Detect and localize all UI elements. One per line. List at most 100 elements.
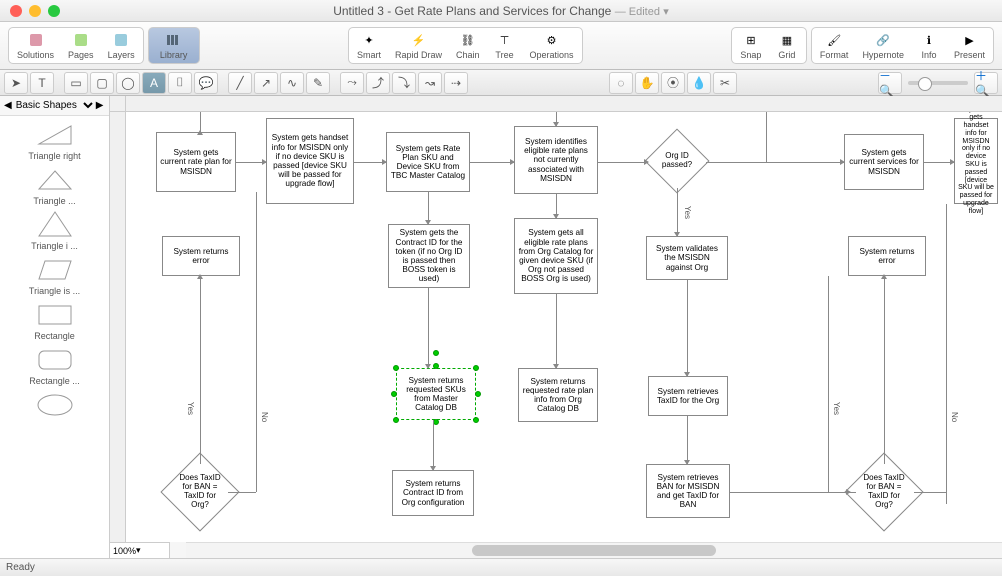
shape-triangle-2[interactable]: Triangle ...: [0, 163, 109, 208]
dropper-tool[interactable]: ⦿: [661, 72, 685, 94]
rect-tool[interactable]: ▭: [64, 72, 88, 94]
sel-handle[interactable]: [473, 417, 479, 423]
node-handset-2[interactable]: System gets handset info for MSISDN only…: [954, 118, 998, 204]
tree-button[interactable]: ⊤Tree: [488, 30, 522, 61]
page-title: Untitled 3 - Get Rate Plans and Services…: [333, 4, 669, 18]
shape-rectangle-2[interactable]: Rectangle ...: [0, 343, 109, 388]
sel-handle[interactable]: [433, 350, 439, 356]
textbox-tool[interactable]: ⌷: [168, 72, 192, 94]
sel-handle[interactable]: [433, 363, 439, 369]
format-icon: 🖌: [825, 31, 843, 49]
snapgrid-group: ⊞Snap ▦Grid: [731, 27, 807, 64]
node-return-contractid[interactable]: System returns Contract ID from Org conf…: [392, 470, 474, 516]
arrowhead-icon: [553, 122, 559, 127]
node-orgid-decision[interactable]: Org ID passed?: [644, 128, 709, 193]
eyedropper-tool[interactable]: 💧: [687, 72, 711, 94]
arrow-tool[interactable]: ↗: [254, 72, 278, 94]
snap-button[interactable]: ⊞Snap: [734, 30, 768, 61]
zoom-out-button[interactable]: －🔍: [878, 72, 902, 94]
window-controls: [0, 5, 60, 17]
pages-button[interactable]: Pages: [62, 30, 100, 61]
node-eligible[interactable]: System identifies eligible rate plans no…: [514, 126, 598, 194]
lasso-tool[interactable]: ◌: [609, 72, 633, 94]
hand-tool[interactable]: ✋: [635, 72, 659, 94]
titlebar: Untitled 3 - Get Rate Plans and Services…: [0, 0, 1002, 22]
node-retrieve-taxid[interactable]: System retrieves TaxID for the Org: [648, 376, 728, 416]
node-rate-plan[interactable]: System gets current rate plan for MSISDN: [156, 132, 236, 192]
node-taxid-decision-2[interactable]: Does TaxID for BAN = TaxID for Org?: [844, 452, 923, 531]
smart-button[interactable]: ✦Smart: [351, 30, 387, 61]
layers-button[interactable]: Layers: [102, 30, 141, 61]
connector2-tool[interactable]: ⤴: [366, 72, 390, 94]
present-button[interactable]: ▶Present: [948, 30, 991, 61]
sel-handle[interactable]: [473, 365, 479, 371]
smart-icon: ✦: [360, 31, 378, 49]
format-button[interactable]: 🖌Format: [814, 30, 855, 61]
sel-handle[interactable]: [391, 391, 397, 397]
shape-triangle-right[interactable]: Triangle right: [0, 118, 109, 163]
edge: [556, 294, 557, 368]
node-error-2[interactable]: System returns error: [848, 236, 926, 276]
sel-handle[interactable]: [393, 365, 399, 371]
callout-tool[interactable]: 💬: [194, 72, 218, 94]
canvas[interactable]: System gets current rate plan for MSISDN…: [126, 112, 1002, 542]
arrowhead-icon: [881, 274, 887, 279]
textblock-tool[interactable]: A: [142, 72, 166, 94]
line-tool[interactable]: ╱: [228, 72, 252, 94]
shape-rectangle[interactable]: Rectangle: [0, 298, 109, 343]
library-category[interactable]: ◀ Basic Shapes ▶: [0, 96, 109, 116]
shape-ellipse[interactable]: [0, 388, 109, 422]
operations-button[interactable]: ⚙Operations: [524, 30, 580, 61]
pencil-tool[interactable]: ✎: [306, 72, 330, 94]
ruler-vertical[interactable]: [110, 112, 126, 542]
zoom-in-button[interactable]: ＋🔍: [974, 72, 998, 94]
maximize-icon[interactable]: [48, 5, 60, 17]
roundrect-tool[interactable]: ▢: [90, 72, 114, 94]
arrowhead-icon: [430, 466, 436, 471]
node-org-catalog[interactable]: System gets all eligible rate plans from…: [514, 218, 598, 294]
connector3-tool[interactable]: ⤵: [392, 72, 416, 94]
library-button[interactable]: Library: [151, 30, 197, 61]
node-return-skus[interactable]: System returns requested SKUs from Maste…: [396, 368, 476, 420]
node-error-1[interactable]: System returns error: [162, 236, 240, 276]
zoom-slider[interactable]: [908, 81, 968, 85]
sel-handle[interactable]: [393, 417, 399, 423]
chain-button[interactable]: ⛓Chain: [450, 30, 486, 61]
edge: [884, 276, 885, 464]
solutions-button[interactable]: Solutions: [11, 30, 60, 61]
connector5-tool[interactable]: ⇢: [444, 72, 468, 94]
shape-triangle-3[interactable]: Triangle i ...: [0, 208, 109, 253]
pointer-tool[interactable]: ➤: [4, 72, 28, 94]
connector1-tool[interactable]: ⤳: [340, 72, 364, 94]
node-contract-id[interactable]: System gets the Contract ID for the toke…: [388, 224, 470, 288]
node-retrieve-ban[interactable]: System retrieves BAN for MSISDN and get …: [646, 464, 730, 518]
edge: [946, 204, 947, 504]
arrowhead-icon: [382, 159, 387, 165]
node-return-rateplan[interactable]: System returns requested rate plan info …: [518, 368, 598, 422]
arrowhead-icon: [197, 274, 203, 279]
crop-tool[interactable]: ✂: [713, 72, 737, 94]
rapid-draw-button[interactable]: ⚡Rapid Draw: [389, 30, 448, 61]
node-master-catalog[interactable]: System gets Rate Plan SKU and Device SKU…: [386, 132, 470, 192]
close-icon[interactable]: [10, 5, 22, 17]
minimize-icon[interactable]: [29, 5, 41, 17]
hypernote-button[interactable]: 🔗Hypernote: [856, 30, 910, 61]
curve-tool[interactable]: ∿: [280, 72, 304, 94]
present-icon: ▶: [960, 31, 978, 49]
connector4-tool[interactable]: ↝: [418, 72, 442, 94]
node-current-services[interactable]: System gets current services for MSISDN: [844, 134, 924, 190]
edge-label-yes: Yes: [832, 402, 841, 415]
node-validate[interactable]: System validates the MSISDN against Org: [646, 236, 728, 280]
ruler-horizontal[interactable]: [126, 96, 1002, 112]
node-handset-1[interactable]: System gets handset info for MSISDN only…: [266, 118, 354, 204]
shape-category-select[interactable]: Basic Shapes: [12, 99, 96, 112]
sel-handle[interactable]: [475, 391, 481, 397]
grid-button[interactable]: ▦Grid: [770, 30, 804, 61]
h-scrollbar[interactable]: [186, 542, 1002, 558]
ellipse-tool[interactable]: ◯: [116, 72, 140, 94]
text-tool[interactable]: T: [30, 72, 54, 94]
info-button[interactable]: ℹInfo: [912, 30, 946, 61]
shape-triangle-4[interactable]: Triangle is ...: [0, 253, 109, 298]
zoom-display[interactable]: 100% ▾: [110, 542, 170, 558]
edge: [706, 162, 844, 163]
